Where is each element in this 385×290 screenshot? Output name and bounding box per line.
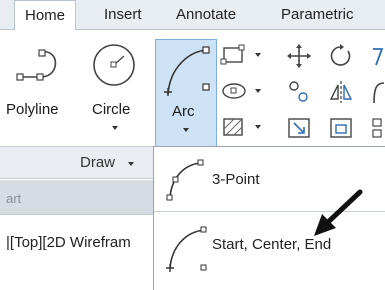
rotate-button[interactable] — [328, 43, 356, 71]
ellipse-icon — [222, 83, 261, 99]
rectangle-icon — [220, 44, 261, 65]
viewport-label: |[Top][2D Wirefram — [6, 234, 131, 251]
copy-icon — [289, 81, 308, 102]
stretch-button[interactable] — [286, 115, 314, 143]
tab-parametric[interactable]: Parametric — [271, 0, 364, 30]
trim-icon — [373, 48, 384, 66]
tab-home[interactable]: Home — [14, 0, 77, 31]
circle-label: Circle — [92, 101, 131, 118]
arc-start-center-end-icon — [166, 226, 207, 272]
start-tab-text: art — [6, 191, 22, 206]
arc-menu-item-label: 3-Point — [212, 171, 260, 188]
chevron-down-icon — [112, 126, 118, 130]
polyline-label: Polyline — [6, 101, 59, 118]
ellipse-button[interactable] — [220, 79, 266, 107]
pointer-arrow-icon — [314, 189, 363, 236]
chevron-down-icon — [183, 128, 189, 132]
fillet-icon — [373, 82, 385, 104]
circle-button[interactable]: Circle — [84, 31, 148, 146]
draw-panel-label: Draw — [80, 154, 116, 171]
trim-button[interactable] — [370, 43, 385, 71]
array-icon — [372, 118, 382, 138]
arc-button[interactable]: Arc — [155, 39, 217, 147]
polyline-button[interactable]: Polyline — [0, 31, 78, 146]
circle-icon — [93, 44, 135, 86]
mirror-button[interactable] — [328, 79, 356, 107]
draw-panel-title[interactable]: Draw — [0, 146, 153, 179]
hatch-icon — [223, 118, 261, 136]
fillet-button[interactable] — [370, 79, 385, 107]
arc-3-point-icon — [166, 159, 204, 201]
copy-button[interactable] — [286, 79, 314, 107]
rotate-icon — [330, 44, 351, 66]
viewport-controls[interactable]: |[Top][2D Wirefram — [0, 230, 153, 260]
start-tab-row[interactable]: art — [0, 180, 153, 215]
arc-label: Arc — [172, 103, 195, 120]
move-icon — [287, 44, 311, 68]
ribbon-tab-bar: Home Insert Annotate Parametric — [0, 0, 385, 31]
polyline-icon — [16, 49, 57, 81]
ribbon-panel: Polyline Circle Arc — [0, 31, 385, 147]
rectangle-button[interactable] — [220, 43, 266, 71]
scale-button[interactable] — [328, 115, 356, 143]
stretch-icon — [288, 118, 310, 138]
tab-annotate[interactable]: Annotate — [166, 0, 246, 30]
scale-icon — [330, 118, 352, 138]
array-button[interactable] — [370, 115, 385, 143]
move-button[interactable] — [286, 43, 314, 71]
tab-insert[interactable]: Insert — [94, 0, 152, 30]
arc-icon — [164, 46, 210, 96]
chevron-down-icon — [128, 162, 134, 166]
mirror-icon — [329, 81, 353, 103]
hatch-button[interactable] — [220, 115, 266, 143]
